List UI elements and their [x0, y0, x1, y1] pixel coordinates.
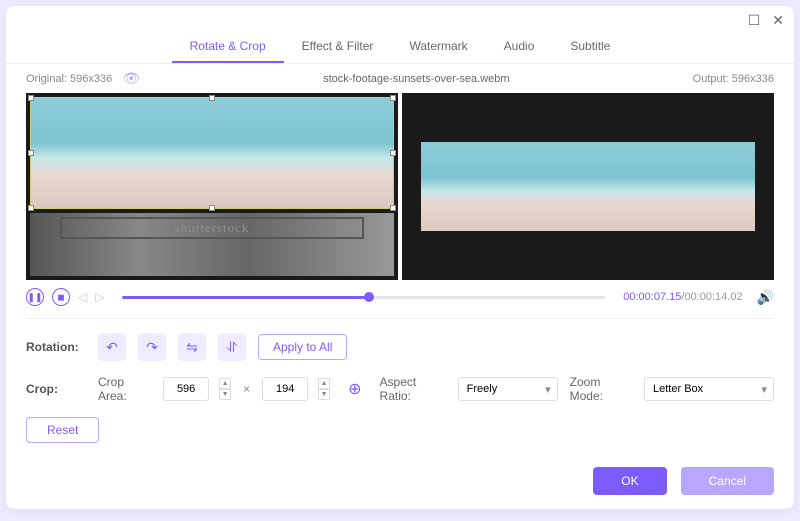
next-frame-icon[interactable]: ▷	[95, 290, 104, 304]
crop-box[interactable]	[30, 97, 394, 209]
crop-handle-tr[interactable]	[390, 95, 396, 101]
rotate-left-button[interactable]: ↶	[98, 333, 126, 361]
close-icon[interactable]: ✕	[772, 12, 784, 29]
info-row: Original: 596x336 👁 stock-footage-sunset…	[6, 64, 794, 93]
pause-button[interactable]: ❚❚	[26, 288, 44, 306]
aspect-ratio-select[interactable]: Freely	[458, 377, 558, 401]
cropped-out-area: shutterstock	[30, 213, 394, 276]
flip-vertical-button[interactable]: ⥯	[218, 333, 246, 361]
tab-effect-filter[interactable]: Effect & Filter	[284, 31, 392, 63]
crop-row: Crop: Crop Area: ▲▼ × ▲▼ ⊕ Aspect Ratio:…	[26, 375, 774, 403]
divider	[26, 318, 774, 319]
prev-frame-icon[interactable]: ◁	[78, 290, 87, 304]
ok-button[interactable]: OK	[593, 467, 666, 495]
cancel-button[interactable]: Cancel	[681, 467, 774, 495]
crop-height-input[interactable]	[262, 377, 308, 401]
tab-bar: Rotate & Crop Effect & Filter Watermark …	[6, 31, 794, 64]
filename-label: stock-footage-sunsets-over-sea.webm	[140, 73, 693, 85]
tab-subtitle[interactable]: Subtitle	[552, 31, 628, 63]
aspect-ratio-label: Aspect Ratio:	[380, 375, 446, 403]
rotation-label: Rotation:	[26, 340, 86, 354]
zoom-mode-select[interactable]: Letter Box	[644, 377, 774, 401]
crop-handle-tl[interactable]	[28, 95, 34, 101]
rotation-row: Rotation: ↶ ↷ ⇋ ⥯ Apply to All	[26, 333, 774, 361]
tab-rotate-crop[interactable]: Rotate & Crop	[172, 31, 284, 63]
dimension-x: ×	[243, 382, 250, 396]
volume-icon[interactable]: 🔊	[757, 289, 774, 306]
time-display: 00:00:07.15/00:00:14.02	[623, 291, 742, 303]
stop-button[interactable]: ◼	[52, 288, 70, 306]
crop-width-input[interactable]	[163, 377, 209, 401]
output-frame	[421, 142, 756, 232]
seek-slider[interactable]	[122, 296, 605, 299]
crop-handle-bl[interactable]	[28, 205, 34, 211]
reset-button[interactable]: Reset	[26, 417, 99, 443]
crop-handle-ml[interactable]	[28, 150, 34, 156]
video-frame	[31, 98, 393, 208]
crop-width-spinner[interactable]: ▲▼	[219, 378, 231, 400]
zoom-mode-label: Zoom Mode:	[570, 375, 632, 403]
maximize-icon[interactable]: ☐	[748, 12, 761, 29]
seek-thumb[interactable]	[364, 292, 374, 302]
crop-handle-bc[interactable]	[209, 205, 215, 211]
watermark-highlight: shutterstock	[60, 217, 364, 239]
tab-watermark[interactable]: Watermark	[391, 31, 485, 63]
preview-area: shutterstock	[6, 93, 794, 280]
seek-fill	[122, 296, 368, 299]
apply-to-all-button[interactable]: Apply to All	[258, 334, 347, 360]
center-crop-icon[interactable]: ⊕	[348, 379, 361, 399]
rotate-right-button[interactable]: ↷	[138, 333, 166, 361]
crop-height-spinner[interactable]: ▲▼	[318, 378, 330, 400]
original-size-label: Original: 596x336	[26, 73, 112, 85]
preview-eye-icon[interactable]: 👁	[122, 70, 140, 87]
crop-handle-br[interactable]	[390, 205, 396, 211]
output-size-label: Output: 596x336	[693, 73, 774, 85]
crop-area-label: Crop Area:	[98, 375, 151, 403]
crop-handle-tc[interactable]	[209, 95, 215, 101]
tab-audio[interactable]: Audio	[486, 31, 553, 63]
playback-controls: ❚❚ ◼ ◁ ▷ 00:00:07.15/00:00:14.02 🔊	[6, 280, 794, 314]
crop-label: Crop:	[26, 382, 86, 396]
flip-horizontal-button[interactable]: ⇋	[178, 333, 206, 361]
output-preview	[402, 93, 774, 280]
editor-window: ☐ ✕ Rotate & Crop Effect & Filter Waterm…	[6, 6, 794, 509]
source-preview[interactable]: shutterstock	[26, 93, 398, 280]
footer: OK Cancel	[6, 453, 794, 509]
crop-handle-mr[interactable]	[390, 150, 396, 156]
reset-row: Reset	[26, 417, 774, 443]
settings-area: Rotation: ↶ ↷ ⇋ ⥯ Apply to All Crop: Cro…	[6, 323, 794, 453]
